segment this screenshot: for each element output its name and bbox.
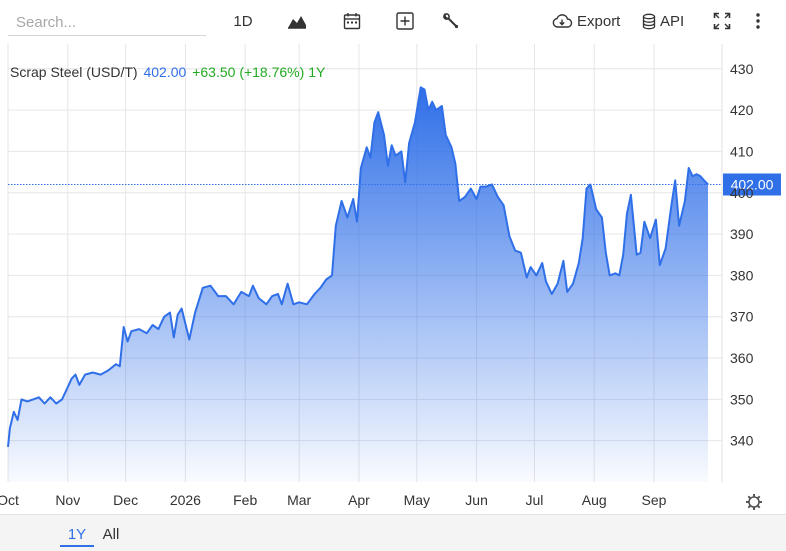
x-tick-label: Nov	[55, 492, 80, 508]
legend-price: 402.00	[143, 64, 187, 80]
x-tick-label: May	[404, 492, 430, 508]
calendar-button[interactable]	[340, 8, 364, 34]
chart-settings-button[interactable]	[746, 494, 762, 510]
x-tick-label: Mar	[287, 492, 311, 508]
y-tick-label: 370	[730, 309, 754, 325]
chart-legend: Scrap Steel (USD/T) 402.00 +63.50 (+18.7…	[10, 64, 325, 80]
gear-teeth	[746, 494, 762, 510]
x-tick-label: Aug	[582, 492, 607, 508]
x-tick-label: Oct	[0, 492, 19, 508]
export-button[interactable]: Export	[551, 8, 625, 34]
y-tick-label: 390	[730, 226, 754, 242]
plus-square-icon	[396, 12, 414, 30]
area-fill	[8, 87, 708, 483]
x-tick-label: Sep	[642, 492, 667, 508]
y-tick-label: 410	[730, 143, 754, 159]
add-indicator-button[interactable]	[394, 8, 416, 34]
x-tick-label: 2026	[170, 492, 201, 508]
area-path	[8, 87, 708, 483]
export-label: Export	[577, 12, 621, 30]
y-tick-label: 380	[730, 267, 754, 283]
mountain-chart-icon	[288, 16, 306, 29]
toolbar: 1D Export	[0, 0, 786, 44]
y-tick-label: 350	[730, 391, 754, 407]
legend-period: 1Y	[308, 64, 326, 80]
wrench-icon	[443, 13, 459, 29]
legend-change: +63.50	[192, 64, 236, 80]
kebab-menu-icon	[756, 13, 760, 29]
y-tick-label: 400	[730, 185, 754, 201]
fullscreen-button[interactable]	[711, 8, 733, 34]
database-icon	[642, 13, 656, 29]
x-tick-label: Jun	[465, 492, 488, 508]
fullscreen-icon	[713, 12, 731, 30]
price-chart[interactable]: 402.00 340 350 360 370 380 390 400 410 420 430 Oc…	[0, 44, 786, 514]
api-button[interactable]: API	[642, 8, 692, 34]
legend-change-pct: (+18.76%)	[239, 64, 305, 80]
gear-icon	[748, 496, 760, 508]
x-tick-label: Apr	[348, 492, 370, 508]
calendar-icon	[343, 13, 361, 30]
y-axis: 340 350 360 370 380 390 400 410 420 430	[721, 44, 754, 482]
y-tick-label: 420	[730, 102, 754, 118]
x-tick-label: Feb	[233, 492, 257, 508]
interval-button[interactable]: 1D	[226, 8, 260, 34]
chart-area[interactable]: 402.00 340 350 360 370 380 390 400 410 420 430 Oc…	[0, 44, 786, 514]
more-menu-button[interactable]	[750, 8, 766, 34]
cloud-download-icon	[552, 14, 573, 28]
x-axis: Oct Nov Dec 2026 Feb Mar Apr May Jun Jul Aug Sep	[0, 492, 667, 508]
x-tick-label: Jul	[525, 492, 543, 508]
chart-type-button[interactable]	[284, 8, 310, 34]
range-button-all[interactable]: All	[96, 523, 126, 545]
api-label: API	[660, 12, 685, 30]
search-input[interactable]	[8, 10, 206, 36]
settings-tools-button[interactable]	[440, 8, 462, 34]
y-tick-label: 360	[730, 350, 754, 366]
range-selector: 1Y All	[0, 514, 786, 551]
range-button-1y[interactable]: 1Y	[60, 523, 94, 547]
x-tick-label: Dec	[113, 492, 138, 508]
legend-symbol: Scrap Steel (USD/T)	[10, 64, 138, 80]
y-tick-label: 340	[730, 433, 754, 449]
y-tick-label: 430	[730, 61, 754, 77]
